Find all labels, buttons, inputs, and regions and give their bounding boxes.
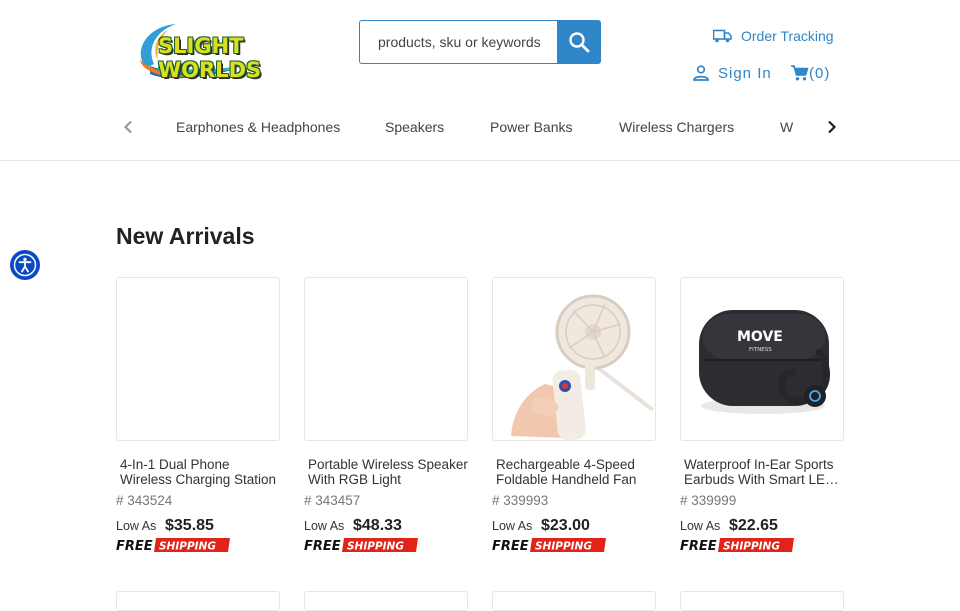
category-earphones[interactable]: Earphones & Headphones: [176, 119, 340, 135]
svg-text:FREE: FREE: [680, 539, 717, 552]
category-power-banks[interactable]: Power Banks: [490, 119, 572, 135]
site-header: SLIGHT WORLDS Order Tracking Sign In: [0, 0, 960, 161]
handheld-fan-image: [493, 278, 655, 440]
low-as-label: Low As: [492, 519, 533, 533]
svg-text:SHIPPING: SHIPPING: [723, 541, 780, 553]
sign-in-link[interactable]: Sign In: [692, 64, 772, 82]
product-sku: # 339993: [492, 493, 549, 508]
category-next-button[interactable]: [822, 116, 842, 138]
svg-text:FREE: FREE: [304, 539, 341, 552]
svg-text:FREE: FREE: [492, 539, 529, 552]
svg-text:SHIPPING: SHIPPING: [159, 541, 216, 553]
search-button[interactable]: [557, 20, 601, 64]
product-price: $23.00: [541, 517, 590, 534]
product-name[interactable]: 4-In-1 Dual Phone Wireless Charging Stat…: [120, 457, 280, 487]
product-price: $48.33: [353, 517, 402, 534]
free-shipping-badge: FREE SHIPPING: [116, 538, 230, 552]
category-more[interactable]: W: [780, 119, 793, 135]
product-image[interactable]: [492, 277, 656, 441]
earbuds-case-image: MOVE FITNESS: [681, 278, 843, 440]
svg-text:SHIPPING: SHIPPING: [347, 541, 404, 553]
accessibility-icon: [13, 253, 37, 277]
category-nav: Earphones & Headphones Speakers Power Ba…: [148, 115, 816, 139]
product-sku: # 339999: [680, 493, 737, 508]
category-wireless-chargers[interactable]: Wireless Chargers: [619, 119, 734, 135]
order-tracking-link[interactable]: Order Tracking: [713, 28, 834, 44]
product-card-partial[interactable]: [116, 591, 280, 611]
product-name[interactable]: Rechargeable 4-Speed Foldable Handheld F…: [496, 457, 656, 487]
section-title: New Arrivals: [116, 223, 255, 249]
product-price: $35.85: [165, 517, 214, 534]
earbuds-brand-subtext: FITNESS: [749, 347, 772, 353]
product-card-partial[interactable]: [304, 591, 468, 611]
product-price: $22.65: [729, 517, 778, 534]
accessibility-button[interactable]: [10, 250, 40, 280]
order-tracking-label: Order Tracking: [741, 28, 834, 44]
category-prev-button[interactable]: [118, 116, 138, 138]
cart-link[interactable]: (0): [790, 64, 830, 82]
svg-text:SHIPPING: SHIPPING: [535, 541, 592, 553]
free-shipping-badge: FREE SHIPPING: [304, 538, 418, 552]
product-image[interactable]: [304, 277, 468, 441]
truck-icon: [713, 29, 732, 43]
product-name[interactable]: Waterproof In-Ear Sports Earbuds With Sm…: [684, 457, 844, 487]
low-as-label: Low As: [680, 519, 721, 533]
low-as-label: Low As: [116, 519, 157, 533]
search-bar: [359, 20, 601, 64]
product-name[interactable]: Portable Wireless Speaker With RGB Light: [308, 457, 468, 487]
svg-text:FREE: FREE: [116, 539, 153, 552]
chevron-left-icon: [123, 120, 132, 134]
search-icon: [569, 32, 590, 53]
product-card-partial[interactable]: [680, 591, 844, 611]
logo-text: SLIGHT WORLDS: [158, 34, 262, 82]
product-sku: # 343457: [304, 493, 361, 508]
search-input[interactable]: [359, 20, 559, 64]
user-icon: [693, 65, 709, 81]
product-sku: # 343524: [116, 493, 173, 508]
site-logo[interactable]: SLIGHT WORLDS: [128, 16, 318, 84]
free-shipping-badge: FREE SHIPPING: [680, 538, 794, 552]
product-image[interactable]: MOVE FITNESS: [680, 277, 844, 441]
cart-count: (0): [809, 64, 831, 82]
product-card-partial[interactable]: [492, 591, 656, 611]
free-shipping-badge: FREE SHIPPING: [492, 538, 606, 552]
product-image[interactable]: [116, 277, 280, 441]
category-speakers[interactable]: Speakers: [385, 119, 444, 135]
low-as-label: Low As: [304, 519, 345, 533]
chevron-right-icon: [828, 120, 837, 134]
cart-icon: [791, 65, 809, 81]
earbuds-brand-logo: MOVE: [737, 329, 783, 345]
sign-in-label: Sign In: [718, 64, 772, 82]
